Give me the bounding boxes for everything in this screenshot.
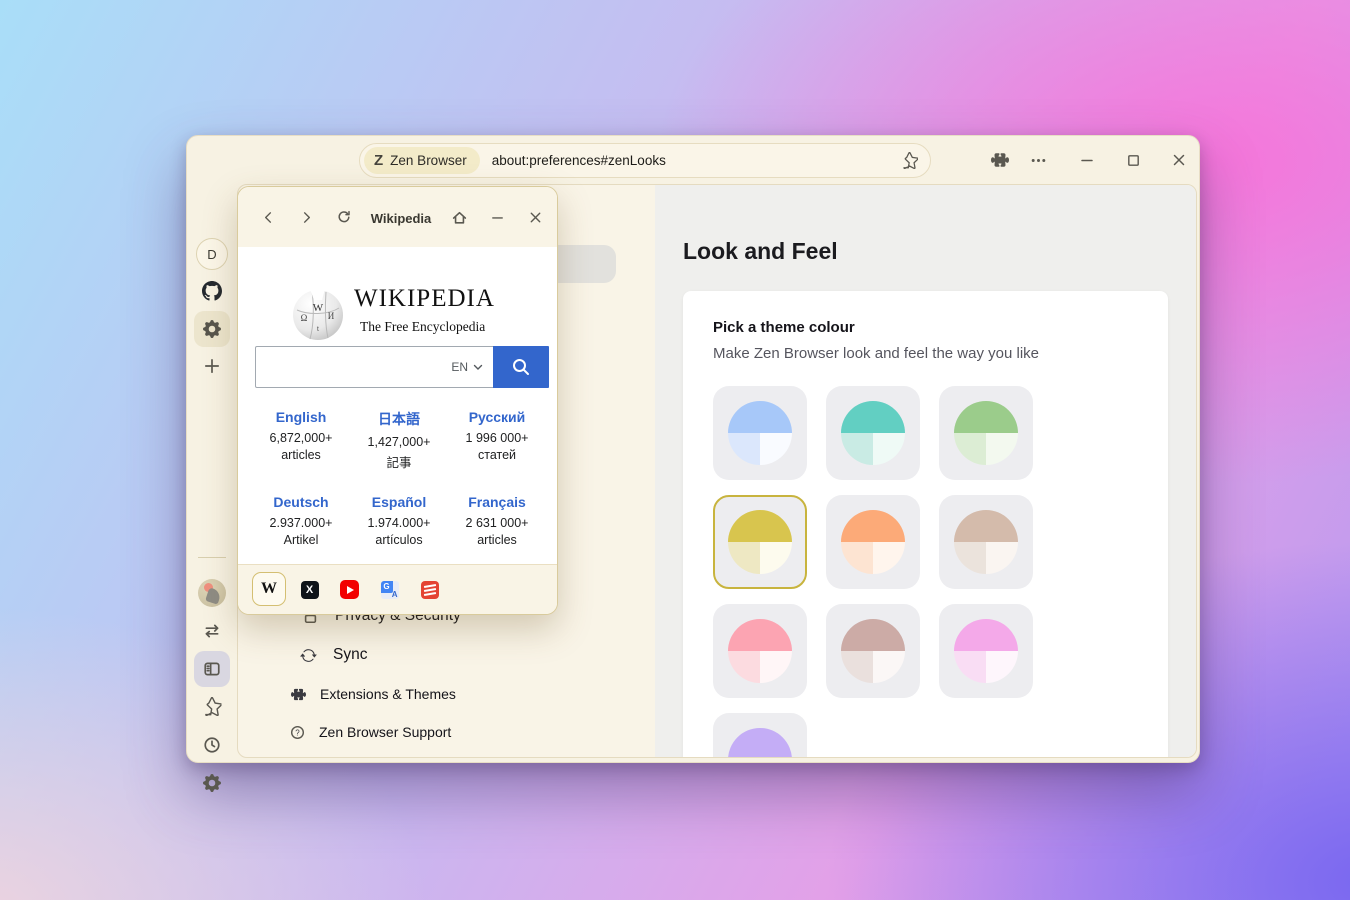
theme-swatch-pink[interactable] xyxy=(713,604,807,698)
language-link-french[interactable]: Français2 631 000+articles xyxy=(448,494,546,547)
youtube-favicon xyxy=(340,580,359,599)
maximize-button[interactable] xyxy=(1123,150,1143,170)
page-title: Look and Feel xyxy=(683,238,838,265)
settings-tab-icon[interactable] xyxy=(194,311,230,347)
theme-swatch-circle-orange xyxy=(841,510,905,574)
theme-swatch-circle-teal xyxy=(841,401,905,465)
todoist-favicon xyxy=(421,581,439,599)
theme-swatch-orange[interactable] xyxy=(826,495,920,589)
language-code: EN xyxy=(451,360,468,374)
wikipedia-tagline: The Free Encyclopedia xyxy=(360,319,485,335)
close-button[interactable] xyxy=(1169,150,1189,170)
settings-main-panel: Look and Feel Pick a theme colour Make Z… xyxy=(655,185,1196,757)
browser-toolbar: Z Zen Browser about:preferences#zenLooks xyxy=(187,136,1199,184)
popup-title: Wikipedia xyxy=(371,211,432,226)
theme-swatch-circle-green xyxy=(954,401,1018,465)
wikipedia-popup-window: Wikipedia W Ω И t WIKIPEDIA The Free Enc… xyxy=(237,186,558,615)
popup-header[interactable]: Wikipedia xyxy=(238,187,557,247)
theme-swatch-circle-tan xyxy=(954,510,1018,574)
wikipedia-search-button[interactable] xyxy=(493,346,549,388)
theme-swatch-green[interactable] xyxy=(939,386,1033,480)
theme-swatch-purple[interactable] xyxy=(713,713,807,758)
popup-reload-button[interactable] xyxy=(335,208,353,226)
workspace-switch-icon[interactable] xyxy=(203,622,221,640)
nav-sync-label: Sync xyxy=(333,646,367,664)
wikipedia-wordmark: WIKIPEDIA xyxy=(354,285,495,313)
theme-swatch-yellow[interactable] xyxy=(713,495,807,589)
wikipedia-language-grid: English6,872,000+articles 日本語1,427,000+記… xyxy=(252,409,546,547)
workspace-avatar[interactable]: D xyxy=(196,238,228,270)
dock-tab-x[interactable]: X xyxy=(300,580,319,599)
x-favicon: X xyxy=(301,581,319,599)
dock-tab-youtube[interactable] xyxy=(340,580,359,599)
dock-tab-translate[interactable]: G A xyxy=(380,580,399,599)
zen-logo-icon: Z xyxy=(374,153,383,168)
popup-tab-dock: W X G A xyxy=(238,564,557,614)
minimize-button[interactable] xyxy=(1077,150,1097,170)
theme-swatch-tan[interactable] xyxy=(939,495,1033,589)
toggle-sidebar-icon[interactable] xyxy=(194,651,230,687)
language-link-japanese[interactable]: 日本語1,427,000+記事 xyxy=(350,409,448,471)
nav-sync[interactable]: Sync xyxy=(300,646,367,664)
popup-back-button[interactable] xyxy=(259,208,277,226)
card-subtitle: Make Zen Browser look and feel the way y… xyxy=(713,345,1039,362)
translate-favicon: G A xyxy=(381,581,399,599)
theme-swatch-teal[interactable] xyxy=(826,386,920,480)
theme-swatch-grid xyxy=(713,386,1033,758)
site-identity-label: Zen Browser xyxy=(390,153,467,168)
language-link-english[interactable]: English6,872,000+articles xyxy=(252,409,350,471)
svg-text:И: И xyxy=(328,311,335,321)
profile-avatar[interactable] xyxy=(198,579,226,607)
preferences-gear-icon[interactable] xyxy=(203,774,221,792)
svg-text:Ω: Ω xyxy=(301,313,308,323)
popup-close-button[interactable] xyxy=(526,208,544,226)
history-icon[interactable] xyxy=(203,736,221,754)
menu-ellipsis-icon[interactable] xyxy=(1028,150,1048,170)
theme-swatch-magenta[interactable] xyxy=(939,604,1033,698)
theme-swatch-circle-blue xyxy=(728,401,792,465)
card-title: Pick a theme colour xyxy=(713,319,855,336)
wikipedia-globe-logo: W Ω И t xyxy=(291,287,345,341)
theme-swatch-circle-mauve xyxy=(841,619,905,683)
popup-home-button[interactable] xyxy=(450,208,468,226)
url-text[interactable]: about:preferences#zenLooks xyxy=(492,153,901,168)
theme-swatch-circle-yellow xyxy=(728,510,792,574)
theme-colour-card: Pick a theme colour Make Zen Browser loo… xyxy=(683,291,1168,758)
wikipedia-search-input[interactable] xyxy=(256,347,451,387)
bookmark-star-icon[interactable] xyxy=(901,152,918,169)
svg-text:W: W xyxy=(313,302,324,314)
site-identity-badge[interactable]: Z Zen Browser xyxy=(364,147,480,174)
wikipedia-favicon: W xyxy=(261,580,277,598)
wikipedia-page: W Ω И t WIKIPEDIA The Free Encyclopedia … xyxy=(238,247,557,565)
nav-support[interactable]: Zen Browser Support xyxy=(290,724,451,740)
popup-forward-button[interactable] xyxy=(297,208,315,226)
browser-sidebar: D xyxy=(187,184,237,762)
github-tab-icon[interactable] xyxy=(202,281,222,301)
nav-support-label: Zen Browser Support xyxy=(319,724,451,740)
nav-extensions-themes-label: Extensions & Themes xyxy=(320,686,456,702)
nav-extensions-themes[interactable]: Extensions & Themes xyxy=(291,686,456,702)
url-bar[interactable]: Z Zen Browser about:preferences#zenLooks xyxy=(359,143,931,178)
language-link-german[interactable]: Deutsch2.937.000+Artikel xyxy=(252,494,350,547)
language-link-spanish[interactable]: Español1.974.000+artículos xyxy=(350,494,448,547)
theme-swatch-circle-pink xyxy=(728,619,792,683)
theme-swatch-blue[interactable] xyxy=(713,386,807,480)
theme-swatch-circle-purple xyxy=(728,728,792,758)
bookmarks-icon[interactable] xyxy=(203,697,222,716)
theme-swatch-circle-magenta xyxy=(954,619,1018,683)
popup-minimize-button[interactable] xyxy=(488,208,506,226)
dock-tab-wikipedia[interactable]: W xyxy=(252,572,286,606)
language-link-russian[interactable]: Русский1 996 000+статей xyxy=(448,409,546,471)
sidebar-divider xyxy=(198,557,226,558)
theme-swatch-mauve[interactable] xyxy=(826,604,920,698)
wikipedia-search-bar: EN xyxy=(255,346,549,388)
wikipedia-language-selector[interactable]: EN xyxy=(451,347,493,387)
new-tab-icon[interactable] xyxy=(203,357,221,375)
dock-tab-todoist[interactable] xyxy=(420,580,439,599)
